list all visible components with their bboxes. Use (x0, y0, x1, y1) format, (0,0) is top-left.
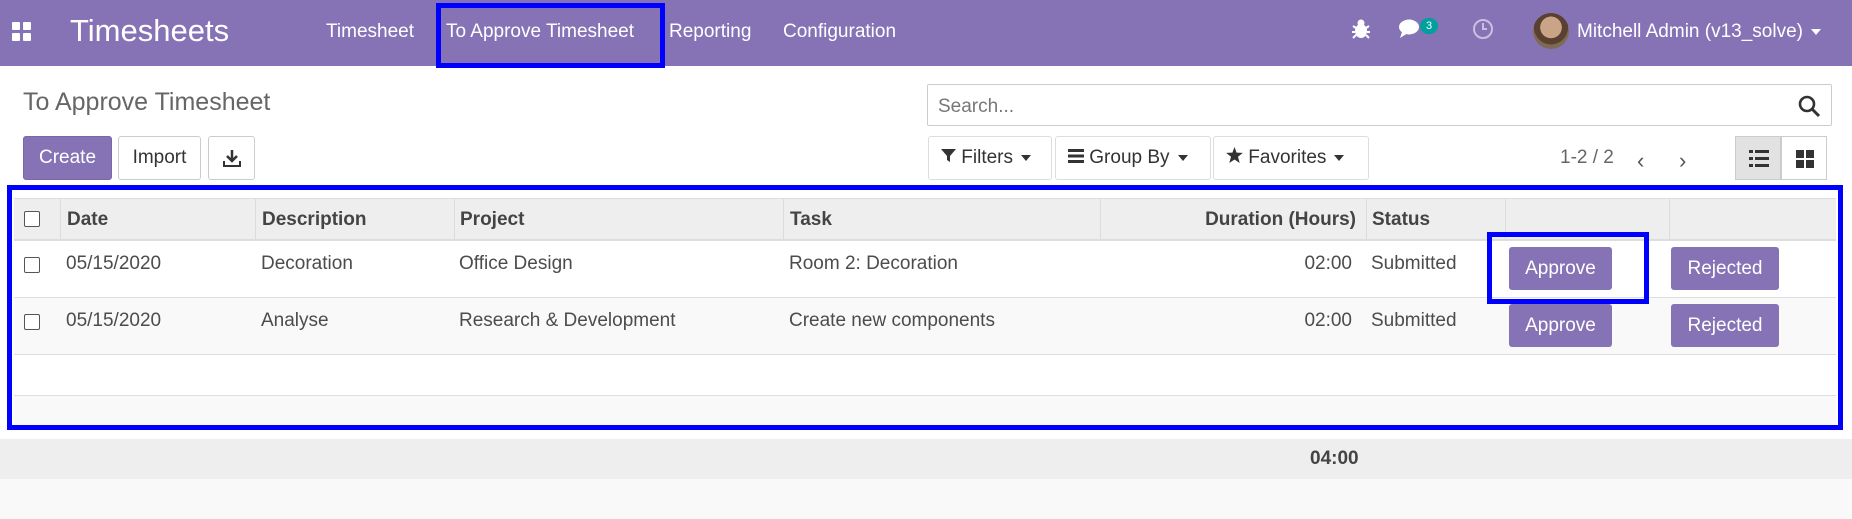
list-view-button[interactable] (1735, 136, 1781, 180)
search-bar (927, 84, 1832, 126)
filters-button[interactable]: Filters (928, 136, 1052, 180)
kanban-view-button[interactable] (1781, 136, 1827, 180)
download-button[interactable] (208, 136, 255, 180)
menu-configuration[interactable]: Configuration (783, 21, 896, 43)
kanban-view-icon (1796, 150, 1814, 168)
menu-reporting[interactable]: Reporting (669, 21, 751, 43)
import-button[interactable]: Import (118, 136, 201, 180)
search-input[interactable] (936, 93, 1780, 121)
apps-menu-icon[interactable] (12, 22, 34, 44)
group-by-label: Group By (1089, 147, 1170, 168)
list-view-icon (1749, 150, 1769, 167)
group-by-bars-icon (1068, 149, 1084, 163)
table-footer (0, 439, 1852, 479)
user-menu[interactable]: Mitchell Admin (v13_solve) (1577, 21, 1821, 43)
group-by-button[interactable]: Group By (1055, 136, 1211, 180)
pager-previous-icon[interactable]: ‹ (1637, 148, 1644, 174)
user-name: Mitchell Admin (v13_solve) (1577, 21, 1803, 42)
menu-timesheet[interactable]: Timesheet (326, 21, 414, 43)
pager-next-icon[interactable]: › (1679, 148, 1686, 174)
favorites-label: Favorites (1248, 147, 1327, 168)
filters-label: Filters (961, 147, 1014, 168)
filter-icon (941, 149, 956, 162)
user-avatar[interactable] (1533, 13, 1569, 49)
group-by-caret-icon (1177, 154, 1188, 161)
create-button[interactable]: Create (23, 136, 112, 180)
total-duration: 04:00 (1310, 448, 1359, 469)
star-icon (1226, 147, 1243, 163)
page-background (0, 479, 1852, 519)
filters-caret-icon (1021, 154, 1032, 161)
highlight-approve-box (1487, 232, 1649, 304)
favorites-caret-icon (1334, 154, 1345, 161)
highlight-table-box (7, 185, 1843, 430)
top-navbar: Timesheets Timesheet To Approve Timeshee… (0, 0, 1852, 66)
messages-badge: 3 (1420, 18, 1438, 34)
app-brand: Timesheets (70, 13, 230, 48)
search-icon[interactable] (1797, 94, 1821, 118)
favorites-button[interactable]: Favorites (1213, 136, 1369, 180)
activity-clock-icon[interactable] (1472, 18, 1494, 46)
download-icon (223, 150, 241, 167)
user-menu-caret-icon (1810, 28, 1821, 35)
highlight-menu-box (436, 3, 665, 68)
debug-bug-icon[interactable] (1351, 18, 1371, 46)
pager-value[interactable]: 1-2 / 2 (1560, 147, 1614, 169)
page-title: To Approve Timesheet (23, 88, 271, 116)
